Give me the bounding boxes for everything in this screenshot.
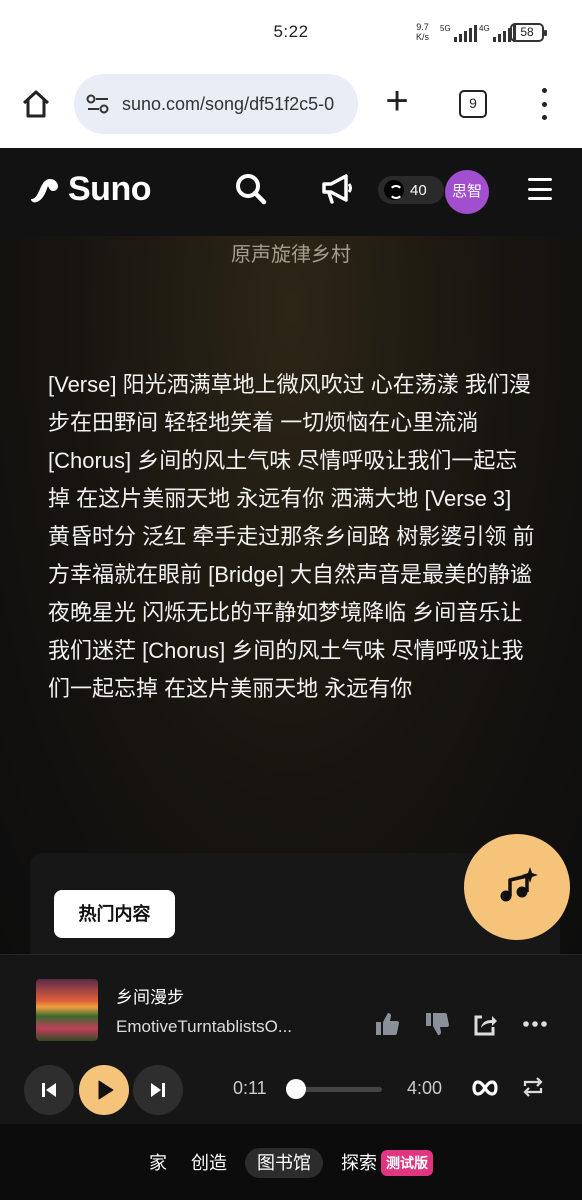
network-speed: 9.7 K/s bbox=[416, 22, 430, 42]
site-settings-icon[interactable] bbox=[86, 94, 110, 114]
hamburger-menu-icon[interactable] bbox=[528, 178, 552, 200]
skip-back-icon bbox=[42, 1083, 56, 1097]
thumbs-up-icon[interactable] bbox=[374, 1011, 400, 1037]
bottom-nav: 家 创造 图书馆 探索 测试版 bbox=[0, 1124, 582, 1200]
loop-icon[interactable] bbox=[472, 1078, 498, 1098]
browser-toolbar: suno.com/song/df51f2c5-0 + 9 bbox=[0, 66, 582, 148]
player-song-title[interactable]: 乡间漫步 bbox=[116, 983, 184, 1008]
album-art[interactable] bbox=[36, 979, 98, 1041]
address-bar[interactable]: suno.com/song/df51f2c5-0 bbox=[74, 74, 358, 134]
megaphone-icon[interactable] bbox=[320, 172, 354, 206]
nav-create[interactable]: 创造 bbox=[185, 1148, 233, 1178]
skip-forward-icon bbox=[151, 1083, 165, 1097]
share-icon[interactable] bbox=[472, 1011, 498, 1037]
total-time: 4:00 bbox=[407, 1078, 443, 1098]
repeat-icon[interactable] bbox=[522, 1076, 544, 1098]
suno-logo-text: Suno bbox=[68, 170, 151, 208]
beta-badge: 测试版 bbox=[381, 1150, 433, 1176]
progress-knob[interactable] bbox=[286, 1079, 307, 1099]
tab-switcher-button[interactable]: 9 bbox=[459, 90, 487, 118]
create-music-button[interactable] bbox=[464, 834, 570, 940]
credits-icon bbox=[384, 180, 404, 200]
suno-logo[interactable]: Suno bbox=[28, 170, 151, 209]
play-button[interactable] bbox=[79, 1065, 129, 1115]
trending-button[interactable]: 热门内容 bbox=[54, 890, 175, 938]
player-artist[interactable]: EmotiveTurntablistsO... bbox=[116, 1017, 298, 1037]
credits-count: 40 bbox=[410, 181, 427, 199]
credits-badge[interactable]: 40 bbox=[378, 176, 444, 204]
browser-menu-button[interactable] bbox=[538, 88, 550, 120]
sim1-signal-icon: 5G bbox=[440, 24, 477, 42]
avatar[interactable]: 思智 bbox=[445, 170, 489, 214]
more-options-icon[interactable] bbox=[522, 1011, 548, 1037]
nav-explore-label: 探索 bbox=[341, 1153, 377, 1173]
status-bar: 5:22 9.7 K/s 5G 4G 58 bbox=[0, 0, 582, 66]
music-player: 乡间漫步 EmotiveTurntablistsO... 0:11 4:00 bbox=[0, 954, 582, 1124]
battery-icon: 58 bbox=[510, 23, 547, 42]
suno-wave-icon bbox=[31, 178, 58, 202]
next-track-button[interactable] bbox=[133, 1065, 183, 1115]
song-style-title: 原声旋律乡村 bbox=[231, 244, 351, 266]
play-icon bbox=[98, 1080, 114, 1100]
thumbs-down-icon[interactable] bbox=[424, 1011, 450, 1037]
new-tab-button[interactable]: + bbox=[380, 81, 414, 121]
music-sparkle-icon bbox=[500, 867, 538, 902]
song-lyrics: [Verse] 阳光洒满草地上微风吹过 心在荡漾 我们漫步在田野间 轻轻地笑着 … bbox=[48, 372, 535, 701]
search-icon[interactable] bbox=[234, 172, 268, 206]
site-header: Suno 40 思智 bbox=[0, 148, 582, 236]
nav-home[interactable]: 家 bbox=[143, 1148, 173, 1178]
home-icon[interactable] bbox=[20, 88, 52, 120]
nav-explore[interactable]: 探索 测试版 bbox=[335, 1148, 439, 1178]
url-text[interactable]: suno.com/song/df51f2c5-0 bbox=[122, 94, 352, 115]
song-page: 原声旋律乡村 [Verse] 阳光洒满草地上微风吹过 心在荡漾 我们漫步在田野间… bbox=[0, 236, 582, 954]
nav-library[interactable]: 图书馆 bbox=[245, 1148, 323, 1178]
previous-track-button[interactable] bbox=[24, 1065, 74, 1115]
current-time: 0:11 bbox=[233, 1078, 267, 1098]
